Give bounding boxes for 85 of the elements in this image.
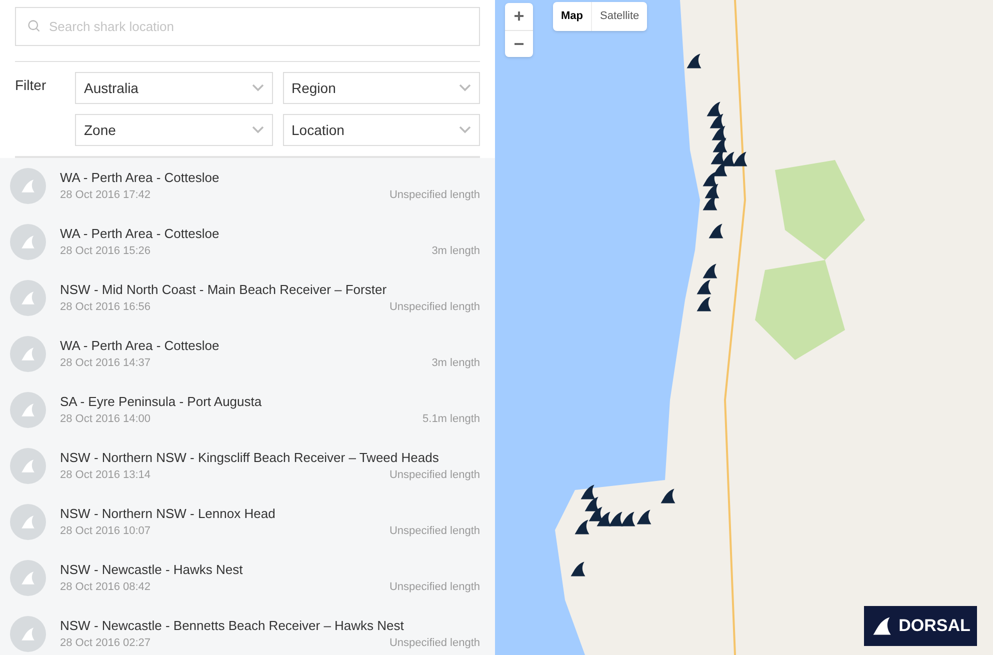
sighting-item[interactable]: NSW - Mid North Coast - Main Beach Receiver – Forster 28 Oct 2016 16:56 Unspecified length [0,270,495,326]
shark-fin-icon [20,178,36,194]
sighting-time: 28 Oct 2016 16:56 [60,300,151,315]
sighting-length: Unspecified length [389,468,480,483]
sighting-time: 28 Oct 2016 15:26 [60,244,151,259]
zoom-in-button[interactable]: + [505,3,533,30]
dropdown[interactable]: Location [282,114,480,146]
shark-fin-icon [20,570,36,586]
sighting-length: Unspecified length [389,580,480,595]
sighting-title: WA - Perth Area - Cottesloe [60,224,220,243]
shark-marker-icon [595,510,613,528]
shark-fin-icon [870,615,893,637]
shark-marker-icon [711,136,729,154]
sighting-time: 28 Oct 2016 14:37 [60,356,151,371]
sighting-time: 28 Oct 2016 14:00 [60,412,151,427]
sighting-length: Unspecified length [389,188,480,203]
sighting-time: 28 Oct 2016 08:42 [60,580,151,595]
shark-marker-icon [573,518,591,536]
shark-marker-icon [635,508,653,526]
map-type-tab[interactable]: Map [553,2,591,31]
shark-marker-icon [583,495,601,513]
shark-marker-icon [695,278,713,296]
shark-fin-icon [20,514,36,530]
dropdown[interactable]: Region [282,72,480,104]
shark-marker-icon [705,100,723,118]
sighting-item[interactable]: NSW - Newcastle - Hawks Nest 28 Oct 2016 08:42 Unspecified length [0,550,495,606]
sighting-item[interactable]: SA - Eyre Peninsula - Port Augusta 28 Oct 2016 14:00 5.1m length [0,382,495,438]
shark-marker-icon [731,150,749,168]
shark-marker-icon [703,182,721,200]
shark-fin-icon [20,626,36,642]
chevron-down-icon [252,126,264,134]
shark-fin-icon [20,290,36,306]
shark-fin-icon [20,402,36,418]
chevron-down-icon [252,84,264,92]
sighting-title: NSW - Newcastle - Bennetts Beach Receiver – Hawks Nest [60,616,405,635]
shark-marker-icon [708,112,726,130]
shark-marker-icon [659,487,677,505]
shark-marker-icon [695,295,713,313]
sighting-title: WA - Perth Area - Cottesloe [60,168,220,187]
shark-marker-icon [710,124,728,142]
sighting-item[interactable]: NSW - Newcastle - Bennetts Beach Receiver – Hawks Nest 28 Oct 2016 02:27 Unspecified length [0,606,495,655]
sighting-time: 28 Oct 2016 10:07 [60,524,151,539]
shark-marker-icon [685,52,703,70]
sighting-title: WA - Perth Area - Cottesloe [60,336,220,355]
sighting-title: NSW - Northern NSW - Lennox Head [60,504,276,523]
shark-marker-icon [587,505,605,523]
chevron-down-icon [459,126,471,134]
sighting-time: 28 Oct 2016 17:42 [60,188,151,203]
sighting-length: Unspecified length [389,636,480,651]
shark-marker-icon [619,510,637,528]
shark-marker-icon [701,262,719,280]
shark-fin-icon [20,234,36,250]
zoom-out-button[interactable]: − [505,30,533,57]
sighting-length: Unspecified length [389,300,480,315]
search-field[interactable]: Search shark location [15,7,480,46]
sighting-length: 3m length [432,244,480,259]
sighting-title: NSW - Newcastle - Hawks Nest [60,560,244,579]
shark-fin-icon [20,458,36,474]
filter-label: Filter [15,76,48,95]
sighting-item[interactable]: WA - Perth Area - Cottesloe 28 Oct 2016 17:42 Unspecified length [0,158,495,214]
shark-marker-icon [579,483,597,501]
search-icon [27,19,41,33]
chevron-down-icon [459,84,471,92]
sighting-length: Unspecified length [389,524,480,539]
sighting-time: 28 Oct 2016 13:14 [60,468,151,483]
sighting-item[interactable]: WA - Perth Area - Cottesloe 28 Oct 2016 15:26 3m length [0,214,495,270]
map-type-tab[interactable]: Satellite [591,2,648,31]
shark-marker-icon [707,222,725,240]
dorsal-logo: DORSAL [864,606,977,646]
dropdown[interactable]: Zone [75,114,272,146]
sighting-length: 5.1m length [422,412,480,427]
shark-marker-icon [569,560,587,578]
sighting-title: NSW - Mid North Coast - Main Beach Receiver – Forster [60,280,388,299]
sighting-item[interactable]: WA - Perth Area - Cottesloe 28 Oct 2016 14:37 3m length [0,326,495,382]
sighting-time: 28 Oct 2016 02:27 [60,636,151,651]
sighting-title: NSW - Northern NSW - Kingscliff Beach Receiver – Tweed Heads [60,448,440,467]
shark-marker-icon [701,170,719,188]
sighting-length: 3m length [432,356,480,371]
shark-marker-icon [607,510,625,528]
sighting-item[interactable]: NSW - Northern NSW - Kingscliff Beach Receiver – Tweed Heads 28 Oct 2016 13:14 Unspecified length [0,438,495,494]
map-view[interactable]: + − Map Satellite DORSAL [495,0,993,655]
sighting-title: SA - Eyre Peninsula - Port Augusta [60,392,263,411]
sighting-item[interactable]: NSW - Northern NSW - Lennox Head 28 Oct 2016 10:07 Unspecified length [0,494,495,550]
shark-fin-icon [20,346,36,362]
dropdown[interactable]: Australia [75,72,272,104]
